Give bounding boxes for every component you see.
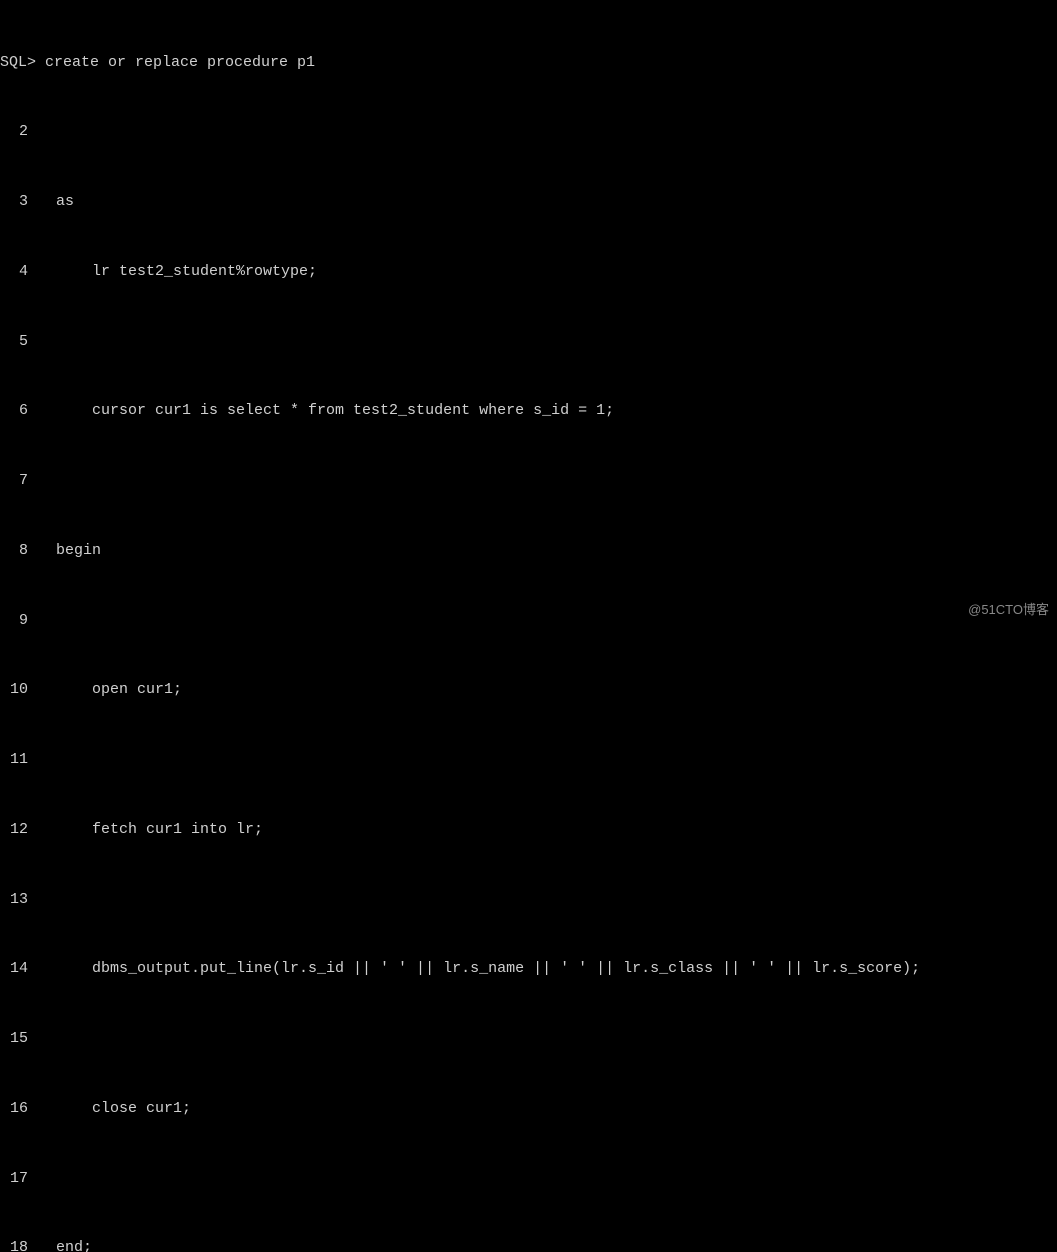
code-line: 14 dbms_output.put_line(lr.s_id || ' ' |… [0,957,1057,980]
line-number: 5 [0,330,38,353]
code-text: open cur1; [38,678,182,701]
code-text: end; [38,1236,92,1252]
line-number: 17 [0,1167,38,1190]
code-line: 17 [0,1167,1057,1190]
code-line: 2 [0,120,1057,143]
line-number: 3 [0,190,38,213]
line-number: 12 [0,818,38,841]
terminal-output[interactable]: SQL> create or replace procedure p1 2 3 … [0,4,1057,1252]
code-line: 16 close cur1; [0,1097,1057,1120]
code-line: 9 [0,609,1057,632]
line-number: 9 [0,609,38,632]
code-line: 18 end; [0,1236,1057,1252]
line-number: 11 [0,748,38,771]
code-text: close cur1; [38,1097,191,1120]
line-number: 16 [0,1097,38,1120]
code-text: cursor cur1 is select * from test2_stude… [38,399,614,422]
code-text: begin [38,539,101,562]
code-text: create or replace procedure p1 [36,51,315,74]
line-number: 6 [0,399,38,422]
code-text: fetch cur1 into lr; [38,818,263,841]
code-line: 3 as [0,190,1057,213]
code-line: 13 [0,888,1057,911]
code-line: 8 begin [0,539,1057,562]
line-number: 10 [0,678,38,701]
code-text: dbms_output.put_line(lr.s_id || ' ' || l… [38,957,920,980]
code-line: 5 [0,330,1057,353]
line-number: 13 [0,888,38,911]
line-number: 14 [0,957,38,980]
line-number: 8 [0,539,38,562]
code-line: 10 open cur1; [0,678,1057,701]
watermark: @51CTO博客 [968,600,1049,620]
code-line: 6 cursor cur1 is select * from test2_stu… [0,399,1057,422]
code-line: 7 [0,469,1057,492]
code-line: 12 fetch cur1 into lr; [0,818,1057,841]
sql-prompt: SQL> [0,51,36,74]
line-number: 18 [0,1236,38,1252]
code-line: SQL> create or replace procedure p1 [0,51,1057,74]
code-line: 4 lr test2_student%rowtype; [0,260,1057,283]
code-line: 11 [0,748,1057,771]
line-number: 15 [0,1027,38,1050]
code-text: as [38,190,74,213]
line-number: 7 [0,469,38,492]
code-text: lr test2_student%rowtype; [38,260,317,283]
code-line: 15 [0,1027,1057,1050]
line-number: 2 [0,120,38,143]
line-number: 4 [0,260,38,283]
